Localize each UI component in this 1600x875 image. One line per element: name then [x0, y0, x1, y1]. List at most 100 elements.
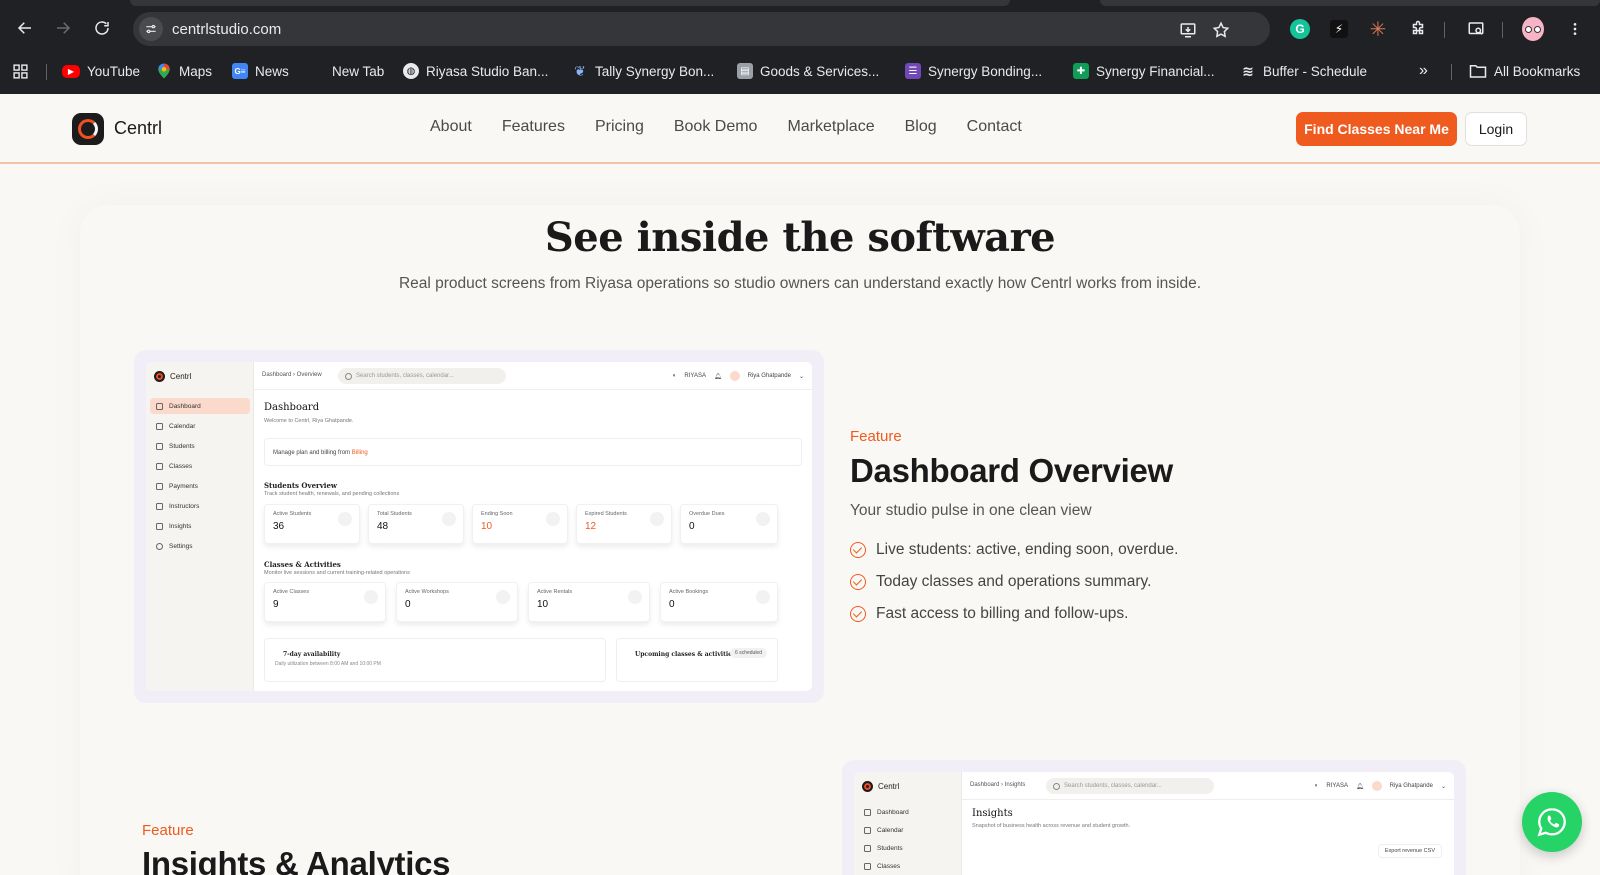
mock-card-expired: Expired Students 12 — [576, 504, 672, 544]
bookmark-star-icon[interactable] — [1211, 20, 1231, 40]
find-classes-button[interactable]: Find Classes Near Me — [1296, 112, 1457, 146]
card-label: Active Workshops — [405, 589, 449, 595]
mock-nav-dashboard: Dashboard — [150, 398, 250, 414]
mock-nav-classes: Classes — [150, 458, 250, 474]
tab-search-icon[interactable] — [1465, 18, 1487, 40]
mock-card-active-rentals: Active Rentals 10 — [528, 582, 650, 622]
insights-screenshot: Centrl Dashboard Calendar Students Class… — [842, 760, 1466, 875]
nav-blog[interactable]: Blog — [905, 118, 937, 136]
feature-point-text: Fast access to billing and follow-ups. — [876, 605, 1129, 622]
nav-pricing[interactable]: Pricing — [595, 118, 644, 136]
toolbar-divider — [1444, 22, 1445, 38]
mock-logo-text: Centrl — [170, 372, 192, 381]
mock-card-total-students: Total Students 48 — [368, 504, 464, 544]
address-bar[interactable]: centrlstudio.com — [133, 12, 1270, 46]
feature-title: Insights & Analytics — [142, 845, 451, 875]
login-button[interactable]: Login — [1465, 112, 1527, 146]
chevron-double-right-icon: » — [1419, 62, 1428, 79]
mock-nav-settings: Settings — [150, 538, 250, 554]
mock-topbar: Dashboard › Insights Search students, cl… — [962, 772, 1454, 800]
bookmark-synergy-financial[interactable]: ✚ Synergy Financial... — [1073, 60, 1215, 82]
mock-user: Riya Ghatpande — [747, 373, 791, 379]
forward-button[interactable] — [49, 14, 77, 42]
nav-book-demo[interactable]: Book Demo — [674, 118, 758, 136]
mock-classes-title: Classes & Activities — [264, 560, 341, 569]
mock-nav-label: Insights — [169, 522, 192, 530]
bookmark-label: YouTube — [87, 63, 141, 79]
centrl-logo-icon — [862, 781, 873, 792]
url-text[interactable]: centrlstudio.com — [172, 21, 281, 38]
bookmark-goods-services[interactable]: ▤ Goods & Services... — [737, 60, 879, 82]
bookmark-label: Maps — [179, 63, 213, 79]
mock-topbar: Dashboard › Overview Search students, cl… — [254, 362, 812, 390]
whatsapp-chat-button[interactable] — [1522, 792, 1582, 852]
bookmarks-overflow-button[interactable]: » — [1419, 60, 1428, 82]
reload-button[interactable] — [88, 14, 116, 42]
bookmark-synergy-bonding[interactable]: ☰ Synergy Bonding... — [905, 60, 1042, 82]
warning-icon — [756, 512, 770, 526]
bookmark-new-tab[interactable]: New Tab — [332, 60, 384, 82]
bolt-extension-icon[interactable]: ⚡ — [1328, 18, 1350, 40]
grammarly-icon[interactable]: G — [1289, 18, 1311, 40]
card-value: 12 — [585, 521, 597, 532]
availability-sub: Daily utilization between 8:00 AM and 10… — [275, 661, 381, 667]
card-label: Active Classes — [273, 589, 310, 595]
active-tab[interactable] — [130, 0, 1010, 6]
dashboard-icon — [156, 402, 163, 410]
calendar-icon — [156, 422, 163, 430]
mock-sidebar: Centrl Dashboard Calendar Students Class… — [854, 772, 962, 875]
arrow-right-icon — [57, 22, 71, 34]
centrl-logo-icon[interactable] — [72, 113, 104, 145]
mock-org: RIYASA — [684, 373, 706, 379]
nav-contact[interactable]: Contact — [967, 118, 1022, 136]
feature-points: Live students: active, ending soon, over… — [850, 534, 1178, 630]
mock-card-overdue: Overdue Dues 0 — [680, 504, 778, 544]
dashboard-screenshot: Centrl Dashboard Calendar Students Class… — [134, 350, 824, 703]
mock-nav-label: Dashboard — [169, 402, 201, 410]
bookmark-maps[interactable]: Maps — [156, 60, 212, 82]
upcoming-title: Upcoming classes & activities — [635, 651, 736, 658]
mock-topright: ◐ RIYASA 🔔︎ Riya Ghatpande ⌄ — [1315, 781, 1446, 791]
site-header: Centrl About Features Pricing Book Demo … — [0, 94, 1600, 164]
card-value: 9 — [273, 599, 279, 610]
mock-nav-label: Payments — [169, 482, 198, 490]
feature-title: Dashboard Overview — [850, 452, 1173, 489]
mock-nav-label: Classes — [877, 862, 901, 870]
mock-user: Riya Ghatpande — [1389, 783, 1433, 789]
mock-logo-text: Centrl — [878, 782, 900, 791]
bookmark-buffer[interactable]: ≋ Buffer - Schedule — [1240, 60, 1367, 82]
profile-avatar-icon[interactable] — [1522, 17, 1544, 41]
nav-features[interactable]: Features — [502, 118, 565, 136]
card-value: 10 — [481, 521, 493, 532]
bookmark-youtube[interactable]: ▶ YouTube — [62, 60, 140, 82]
feature-point-text: Today classes and operations summary. — [876, 573, 1152, 590]
bookmark-label: News — [255, 63, 289, 79]
menu-kebab-icon[interactable] — [1564, 18, 1586, 40]
bookmark-news[interactable]: G≡ News — [232, 60, 289, 82]
bookmark-label: Tally Synergy Bon... — [595, 63, 715, 79]
claude-extension-icon[interactable]: ✳ — [1367, 18, 1389, 41]
extensions-puzzle-icon[interactable] — [1407, 18, 1429, 40]
feature-point: Live students: active, ending soon, over… — [850, 534, 1178, 566]
nav-about[interactable]: About — [430, 118, 472, 136]
moon-icon: ◐ — [672, 373, 677, 379]
site-settings-icon[interactable] — [139, 17, 163, 41]
mock-nav-classes: Classes — [858, 858, 958, 874]
back-button[interactable] — [11, 14, 39, 42]
apps-grid-icon[interactable] — [12, 60, 29, 82]
feature-label: Feature — [850, 428, 902, 445]
all-bookmarks-button[interactable]: All Bookmarks — [1469, 60, 1580, 82]
section-subtitle: Real product screens from Riyasa operati… — [398, 275, 1202, 292]
tab[interactable] — [1100, 0, 1600, 6]
globe-icon: ◍ — [403, 63, 419, 79]
bookmark-tally[interactable]: ❦ Tally Synergy Bon... — [572, 60, 714, 82]
mock-card-ending-soon: Ending Soon 10 — [472, 504, 568, 544]
card-label: Active Bookings — [669, 589, 709, 595]
maps-icon — [156, 63, 172, 79]
bookmark-riyasa[interactable]: ◍ Riyasa Studio Ban... — [403, 60, 548, 82]
mock-billing-link: Billing — [351, 450, 368, 456]
nav-marketplace[interactable]: Marketplace — [787, 118, 874, 136]
install-app-icon[interactable] — [1178, 20, 1198, 40]
folder-icon — [1469, 65, 1487, 78]
logo-text[interactable]: Centrl — [114, 118, 162, 139]
